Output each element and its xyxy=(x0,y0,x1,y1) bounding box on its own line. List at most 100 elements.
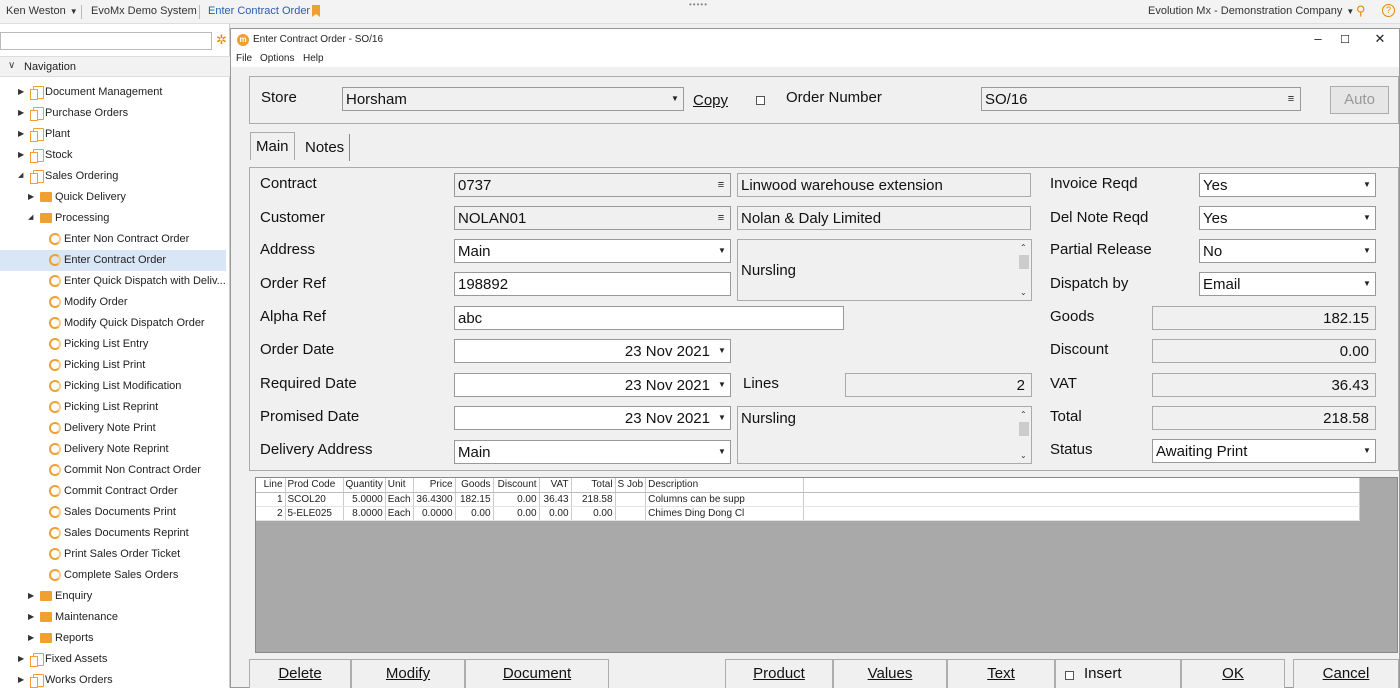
bookmark-icon[interactable] xyxy=(312,5,320,17)
expand-down-icon[interactable]: ◢ xyxy=(28,213,33,221)
contract-field[interactable]: 0737 ≡ xyxy=(454,173,731,197)
sidebar-item[interactable]: Commit Non Contract Order xyxy=(0,460,226,481)
sidebar-item[interactable]: ▶ Enquiry xyxy=(0,586,226,607)
sidebar-item[interactable]: Picking List Reprint xyxy=(0,397,226,418)
product-button[interactable]: Product xyxy=(725,659,833,688)
table-row[interactable]: 1 SCOL20 5.0000 Each 36.4300 182.15 0.00 36.43 2… xyxy=(256,492,1361,507)
system-name[interactable]: EvoMx Demo System xyxy=(91,5,197,17)
address-textarea[interactable]: Nursling ⌃ ⌄ xyxy=(737,239,1032,301)
table-row[interactable]: 2 5-ELE025 8.0000 Each 0.0000 0.00 0.00 0.00 0.0… xyxy=(256,506,1361,521)
sidebar-item[interactable]: Enter Non Contract Order xyxy=(0,229,226,250)
expand-right-icon[interactable]: ▶ xyxy=(18,654,24,663)
expand-right-icon[interactable]: ▶ xyxy=(28,591,34,600)
grid-column-header[interactable]: Price xyxy=(413,478,456,493)
minimize-icon[interactable]: – xyxy=(1303,31,1333,46)
sidebar-item[interactable]: Modify Order xyxy=(0,292,226,313)
sidebar-search-input[interactable] xyxy=(0,32,212,50)
menu-file[interactable]: File xyxy=(236,53,252,64)
sidebar-item[interactable]: Enter Quick Dispatch with Deliv... xyxy=(0,271,226,292)
required-date-picker[interactable]: 23 Nov 2021 ▼ xyxy=(454,373,731,397)
sidebar-item[interactable]: Commit Contract Order xyxy=(0,481,226,502)
user-menu[interactable]: Ken Weston ▼ xyxy=(6,5,78,17)
scrollbar[interactable]: ⌃ ⌄ xyxy=(1018,408,1030,462)
sidebar-item[interactable]: Delivery Note Reprint xyxy=(0,439,226,460)
sidebar-item[interactable]: ◢ Sales Ordering xyxy=(0,166,226,187)
grid-column-header[interactable]: Quantity xyxy=(343,478,386,493)
promised-date-picker[interactable]: 23 Nov 2021 ▼ xyxy=(454,406,731,430)
sidebar-item[interactable]: ▶ Stock xyxy=(0,145,226,166)
sidebar-item[interactable]: Picking List Modification xyxy=(0,376,226,397)
company-selector[interactable]: Evolution Mx - Demonstration Company ▼ xyxy=(1148,5,1354,17)
search-icon[interactable]: ⚲ xyxy=(1356,3,1366,19)
store-select[interactable]: Horsham ▼ xyxy=(342,87,684,111)
scrollbar[interactable]: ⌃ ⌄ xyxy=(1018,241,1030,299)
lookup-icon[interactable]: ≡ xyxy=(715,175,727,195)
help-icon[interactable]: ? xyxy=(1382,4,1395,17)
gear-icon[interactable]: ✲ xyxy=(216,32,227,48)
delivery-address-textarea[interactable]: Nursling ⌃ ⌄ xyxy=(737,406,1032,464)
grid-column-header[interactable]: Line xyxy=(256,478,286,493)
order-lines-grid[interactable]: Line Prod Code Quantity Unit Price Goods Disco… xyxy=(255,477,1398,653)
partial-release-select[interactable]: No ▼ xyxy=(1199,239,1376,263)
tab-main[interactable]: Main xyxy=(250,132,295,160)
lookup-icon[interactable]: ≡ xyxy=(715,208,727,228)
alpha-ref-input[interactable]: abc xyxy=(454,306,844,330)
grid-column-header[interactable]: Total xyxy=(571,478,616,493)
values-button[interactable]: Values xyxy=(833,659,947,688)
menu-help[interactable]: Help xyxy=(303,53,324,64)
grid-column-header[interactable]: Description xyxy=(645,478,805,493)
sidebar-item[interactable]: ▶ Purchase Orders xyxy=(0,103,226,124)
expand-right-icon[interactable]: ▶ xyxy=(18,129,24,138)
text-button[interactable]: Text xyxy=(947,659,1055,688)
expand-right-icon[interactable]: ▶ xyxy=(18,675,24,684)
current-page-link[interactable]: Enter Contract Order xyxy=(208,5,310,17)
drag-handle-icon[interactable]: ••••• xyxy=(689,0,708,9)
expand-right-icon[interactable]: ▶ xyxy=(28,612,34,621)
grid-column-header[interactable]: Prod Code xyxy=(285,478,344,493)
sidebar-item[interactable]: ◢ Processing xyxy=(0,208,226,229)
close-icon[interactable]: ✕ xyxy=(1365,31,1395,47)
copy-checkbox[interactable] xyxy=(756,96,765,105)
expand-down-icon[interactable]: ◢ xyxy=(18,171,23,179)
maximize-icon[interactable]: ☐ xyxy=(1330,33,1360,46)
expand-right-icon[interactable]: ▶ xyxy=(18,87,24,96)
modify-button[interactable]: Modify xyxy=(351,659,465,688)
sidebar-item[interactable]: ▶ Works Orders xyxy=(0,670,226,688)
navigation-header[interactable]: ∨ Navigation xyxy=(0,56,230,77)
delete-button[interactable]: Delete xyxy=(249,659,351,688)
menu-options[interactable]: Options xyxy=(260,53,294,64)
grid-column-header[interactable]: S Job xyxy=(615,478,647,493)
invoice-reqd-select[interactable]: Yes ▼ xyxy=(1199,173,1376,197)
sidebar-item[interactable]: Complete Sales Orders xyxy=(0,565,226,586)
insert-toggle[interactable]: Insert xyxy=(1055,659,1181,688)
auto-button[interactable]: Auto xyxy=(1330,86,1389,114)
order-date-picker[interactable]: 23 Nov 2021 ▼ xyxy=(454,339,731,363)
expand-right-icon[interactable]: ▶ xyxy=(28,192,34,201)
sidebar-item[interactable]: Enter Contract Order xyxy=(0,250,226,271)
copy-label[interactable]: Copy xyxy=(693,92,728,109)
grid-column-header[interactable]: VAT xyxy=(539,478,572,493)
grid-column-header[interactable]: Discount xyxy=(493,478,540,493)
customer-field[interactable]: NOLAN01 ≡ xyxy=(454,206,731,230)
sidebar-item[interactable]: ▶ Maintenance xyxy=(0,607,226,628)
sidebar-item[interactable]: Sales Documents Reprint xyxy=(0,523,226,544)
sidebar-item[interactable]: Modify Quick Dispatch Order xyxy=(0,313,226,334)
insert-checkbox[interactable] xyxy=(1065,671,1074,680)
sidebar-item[interactable]: ▶ Reports xyxy=(0,628,226,649)
expand-right-icon[interactable]: ▶ xyxy=(18,108,24,117)
sidebar-item[interactable]: ▶ Quick Delivery xyxy=(0,187,226,208)
tab-notes[interactable]: Notes xyxy=(300,134,351,161)
expand-right-icon[interactable]: ▶ xyxy=(28,633,34,642)
address-select[interactable]: Main ▼ xyxy=(454,239,731,263)
sidebar-item[interactable]: ▶ Plant xyxy=(0,124,226,145)
order-number-field[interactable]: SO/16 ≡ xyxy=(981,87,1301,111)
grid-column-header[interactable]: Goods xyxy=(455,478,494,493)
cancel-button[interactable]: Cancel xyxy=(1293,659,1399,688)
ok-button[interactable]: OK xyxy=(1181,659,1285,688)
dispatch-by-select[interactable]: Email ▼ xyxy=(1199,272,1376,296)
grid-column-header[interactable]: Unit xyxy=(385,478,414,493)
expand-right-icon[interactable]: ▶ xyxy=(18,150,24,159)
document-button[interactable]: Document xyxy=(465,659,609,688)
lookup-icon[interactable]: ≡ xyxy=(1285,89,1297,109)
sidebar-item[interactable]: Sales Documents Print xyxy=(0,502,226,523)
